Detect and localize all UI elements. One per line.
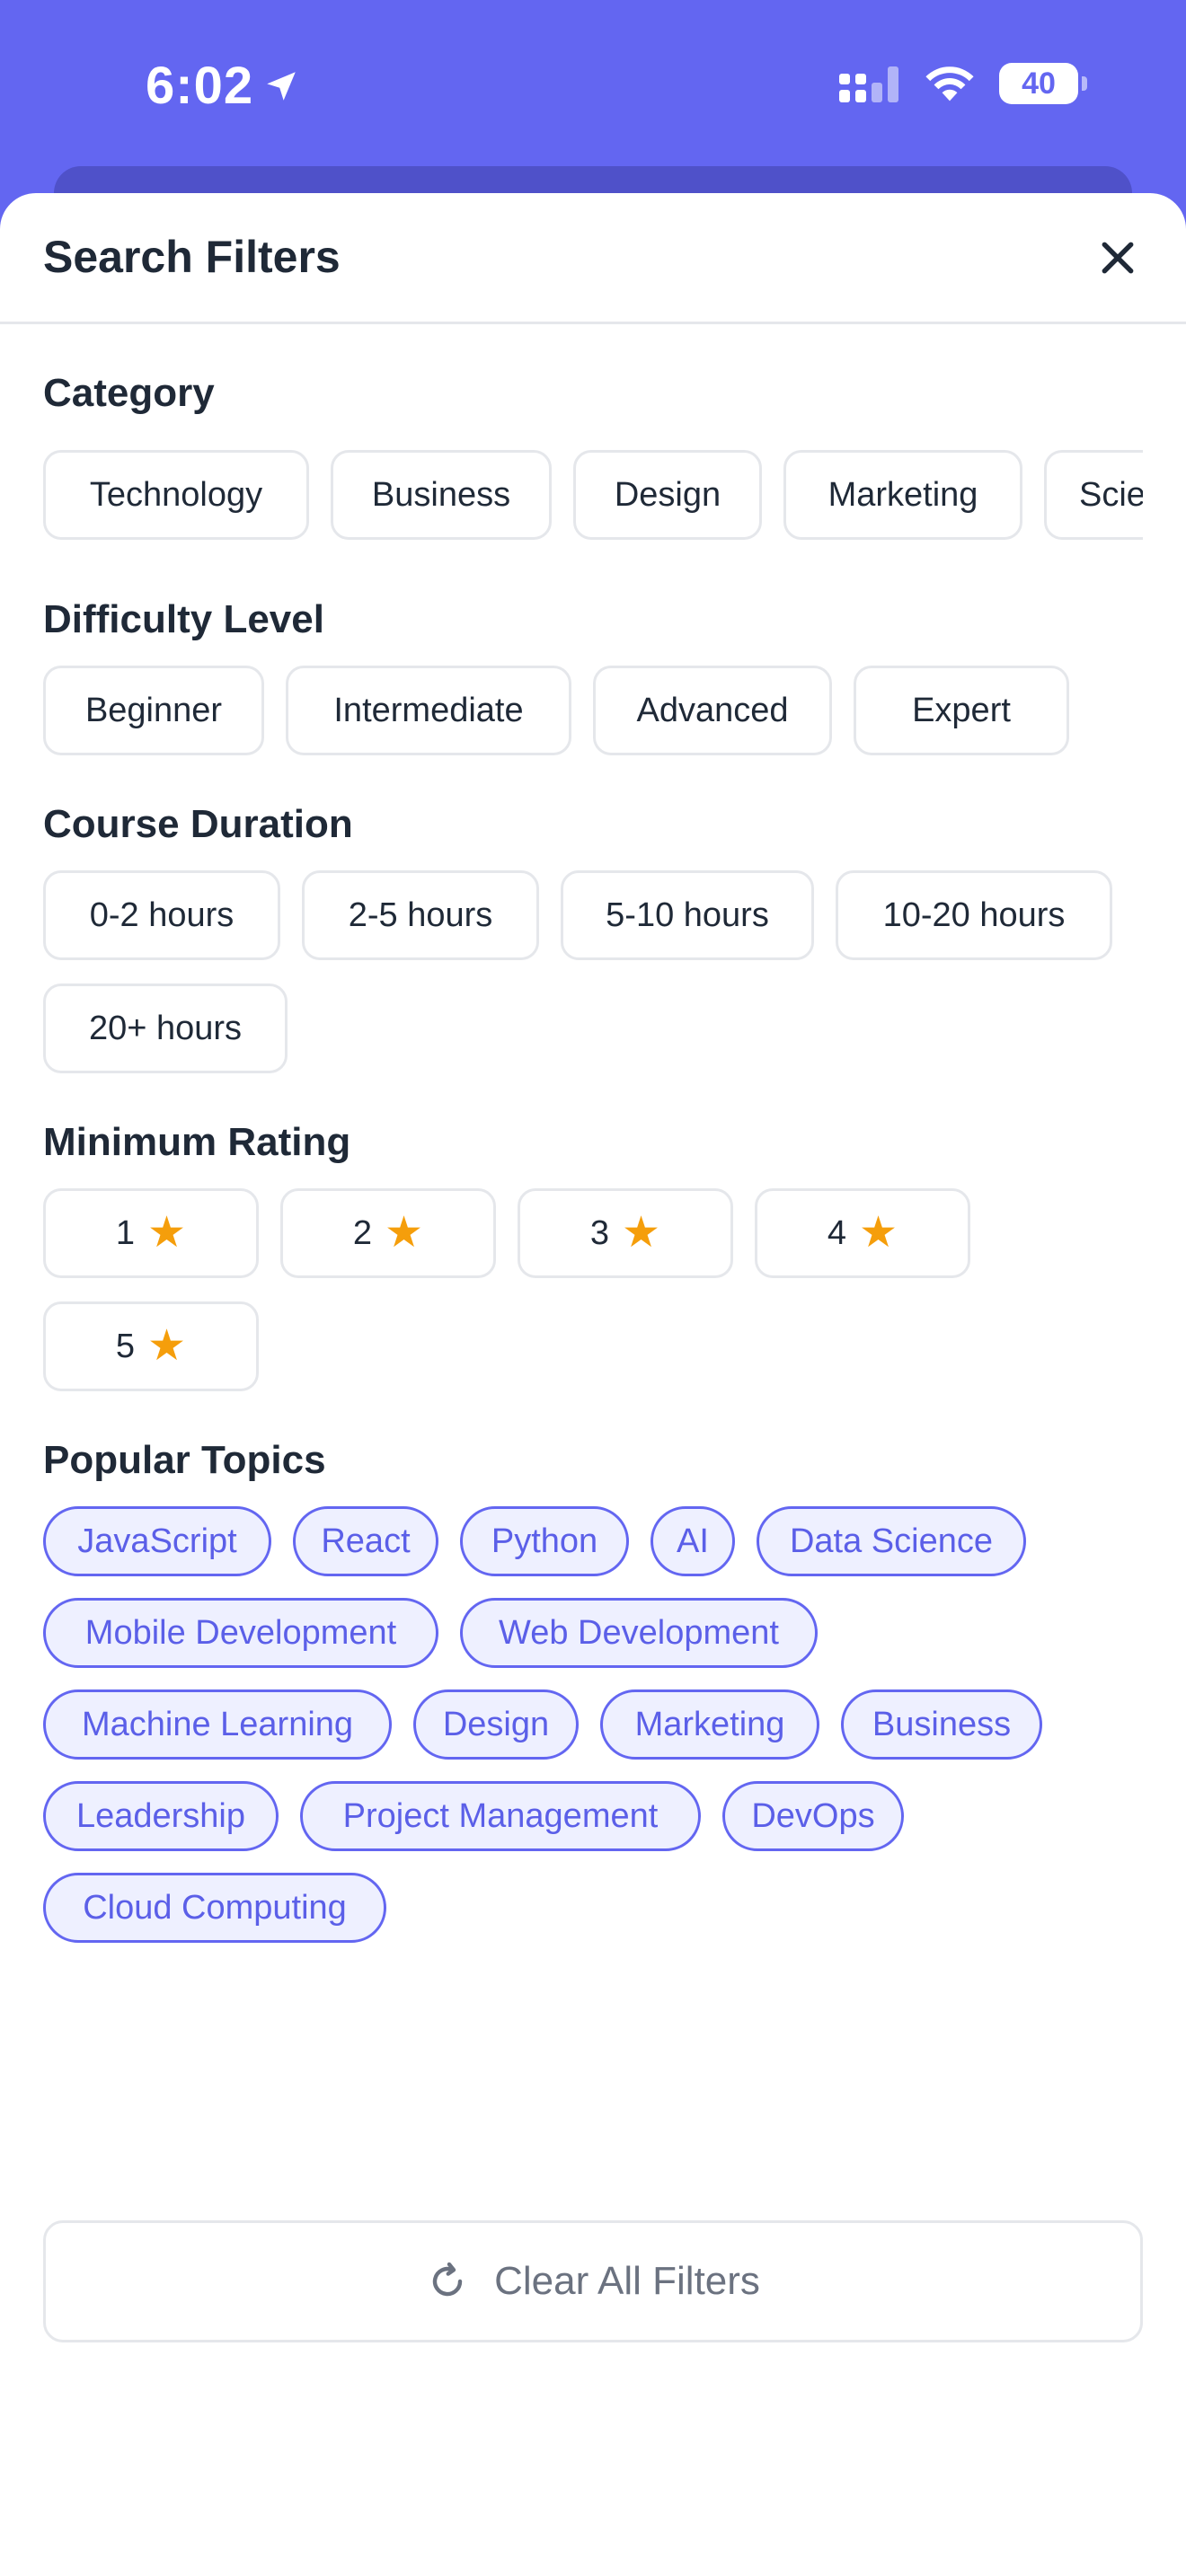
topic-chip-marketing[interactable]: Marketing — [600, 1689, 819, 1760]
rating-chip-4[interactable]: 4 ★ — [755, 1188, 970, 1278]
close-icon — [1102, 242, 1134, 274]
topic-chip-leadership[interactable]: Leadership — [43, 1781, 279, 1851]
category-chip-business[interactable]: Business — [331, 450, 552, 540]
category-chip-design[interactable]: Design — [573, 450, 762, 540]
topic-chip-business[interactable]: Business — [841, 1689, 1042, 1760]
wifi-icon — [925, 66, 974, 101]
refresh-icon — [432, 2262, 463, 2297]
search-filters-sheet: Search Filters Category Technology Busin… — [0, 193, 1186, 2576]
clear-all-filters-label: Clear All Filters — [494, 2259, 760, 2303]
topic-chip-cloud-computing[interactable]: Cloud Computing — [43, 1873, 386, 1943]
topic-chip-ai[interactable]: AI — [651, 1506, 735, 1576]
topic-chip-design[interactable]: Design — [413, 1689, 579, 1760]
duration-chip-2-5[interactable]: 2-5 hours — [302, 870, 539, 960]
clear-all-filters-button[interactable]: Clear All Filters — [43, 2220, 1143, 2342]
duration-chip-20-plus[interactable]: 20+ hours — [43, 984, 288, 1073]
topic-chip-python[interactable]: Python — [460, 1506, 629, 1576]
category-chip-science[interactable]: Scie — [1044, 450, 1143, 540]
battery-indicator: 40 — [999, 63, 1087, 104]
topic-chip-mobile-development[interactable]: Mobile Development — [43, 1598, 438, 1668]
difficulty-chip-beginner[interactable]: Beginner — [43, 666, 264, 755]
star-icon: ★ — [622, 1209, 661, 1257]
rating-chip-5[interactable]: 5 ★ — [43, 1301, 259, 1391]
star-icon: ★ — [859, 1209, 898, 1257]
topic-chip-data-science[interactable]: Data Science — [757, 1506, 1026, 1576]
signal-icon — [839, 66, 898, 102]
category-chip-technology[interactable]: Technology — [43, 450, 309, 540]
star-icon: ★ — [147, 1209, 187, 1257]
topic-chip-project-management[interactable]: Project Management — [300, 1781, 701, 1851]
time-text: 6:02 — [146, 57, 254, 115]
difficulty-chip-intermediate[interactable]: Intermediate — [286, 666, 571, 755]
rating-chip-3[interactable]: 3 ★ — [518, 1188, 733, 1278]
status-icons: 40 — [837, 63, 1087, 104]
topic-chip-react[interactable]: React — [293, 1506, 438, 1576]
topic-chip-machine-learning[interactable]: Machine Learning — [43, 1689, 392, 1760]
star-icon: ★ — [147, 1322, 187, 1370]
duration-title: Course Duration — [43, 802, 353, 846]
rating-value: 1 — [115, 1213, 136, 1252]
rating-value: 5 — [115, 1327, 136, 1365]
rating-chip-1[interactable]: 1 ★ — [43, 1188, 259, 1278]
star-icon: ★ — [385, 1209, 424, 1257]
status-time: 6:02 — [146, 56, 300, 116]
topic-chip-web-development[interactable]: Web Development — [460, 1598, 818, 1668]
sheet-title: Search Filters — [43, 232, 341, 282]
difficulty-chip-expert[interactable]: Expert — [854, 666, 1069, 755]
duration-chip-0-2[interactable]: 0-2 hours — [43, 870, 280, 960]
duration-chip-5-10[interactable]: 5-10 hours — [561, 870, 814, 960]
rating-value: 4 — [827, 1213, 847, 1252]
location-arrow-icon — [267, 71, 296, 101]
duration-chip-10-20[interactable]: 10-20 hours — [836, 870, 1112, 960]
close-button[interactable] — [1093, 233, 1143, 283]
topics-title: Popular Topics — [43, 1438, 326, 1482]
rating-chip-2[interactable]: 2 ★ — [280, 1188, 496, 1278]
rating-title: Minimum Rating — [43, 1120, 351, 1164]
status-bar: 6:02 40 — [0, 0, 1186, 171]
battery-level: 40 — [1022, 66, 1056, 101]
rating-value: 3 — [589, 1213, 610, 1252]
category-chip-marketing[interactable]: Marketing — [783, 450, 1022, 540]
category-title: Category — [43, 371, 215, 415]
rating-value: 2 — [352, 1213, 373, 1252]
difficulty-title: Difficulty Level — [43, 597, 324, 641]
difficulty-chip-advanced[interactable]: Advanced — [593, 666, 832, 755]
topic-chip-javascript[interactable]: JavaScript — [43, 1506, 271, 1576]
sheet-header: Search Filters — [0, 193, 1186, 324]
topic-chip-devops[interactable]: DevOps — [722, 1781, 904, 1851]
